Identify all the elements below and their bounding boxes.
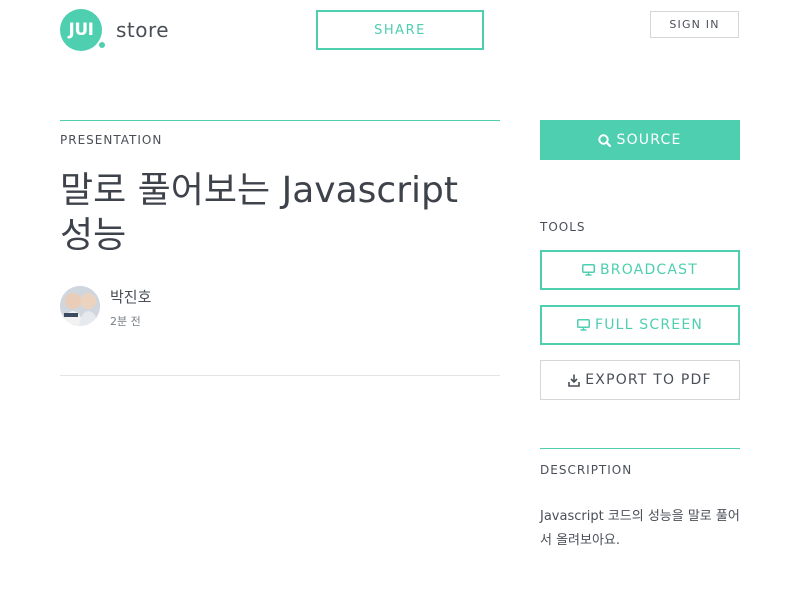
download-icon: [568, 374, 581, 387]
author-block: 박진호 2분 전: [60, 286, 151, 329]
export-pdf-button-label: EXPORT TO PDF: [585, 372, 712, 388]
tools-heading: TOOLS: [540, 220, 586, 234]
logo-mark: JUI: [60, 9, 107, 51]
logo-mark-text: JUI: [68, 20, 94, 40]
source-button[interactable]: SOURCE: [540, 120, 740, 160]
category-label: PRESENTATION: [60, 133, 163, 147]
avatar[interactable]: [60, 286, 100, 326]
search-icon: [598, 133, 612, 147]
page: JUI store SHARE SIGN IN PRESENTATION 말로 …: [0, 0, 800, 600]
logo-dot: [97, 40, 107, 50]
sign-in-button[interactable]: SIGN IN: [650, 11, 739, 38]
logo-link[interactable]: JUI store: [60, 8, 169, 52]
description-text: Javascript 코드의 성능을 말로 풀어서 올려보아요.: [540, 509, 740, 548]
page-title: 말로 풀어보는 Javascript 성능: [60, 170, 458, 256]
author-info: 박진호 2분 전: [110, 287, 151, 329]
share-button[interactable]: SHARE: [316, 10, 484, 50]
export-pdf-button[interactable]: EXPORT TO PDF: [540, 360, 740, 400]
posted-time: 2분 전: [110, 315, 141, 328]
full-screen-button-label: FULL SCREEN: [594, 317, 704, 333]
logo-text: store: [116, 18, 170, 42]
main-bottom-divider: [60, 375, 500, 376]
monitor-icon: [576, 319, 590, 331]
author-name[interactable]: 박진호: [110, 287, 151, 307]
description-divider: [540, 448, 740, 449]
main-top-divider: [60, 120, 500, 121]
avatar-photo-icon: [60, 286, 100, 326]
full-screen-button[interactable]: FULL SCREEN: [540, 305, 740, 345]
description-heading: DESCRIPTION: [540, 463, 633, 477]
broadcast-button[interactable]: BROADCAST: [540, 250, 740, 290]
source-button-label: SOURCE: [616, 132, 682, 148]
monitor-icon: [581, 264, 595, 276]
broadcast-button-label: BROADCAST: [599, 262, 699, 278]
